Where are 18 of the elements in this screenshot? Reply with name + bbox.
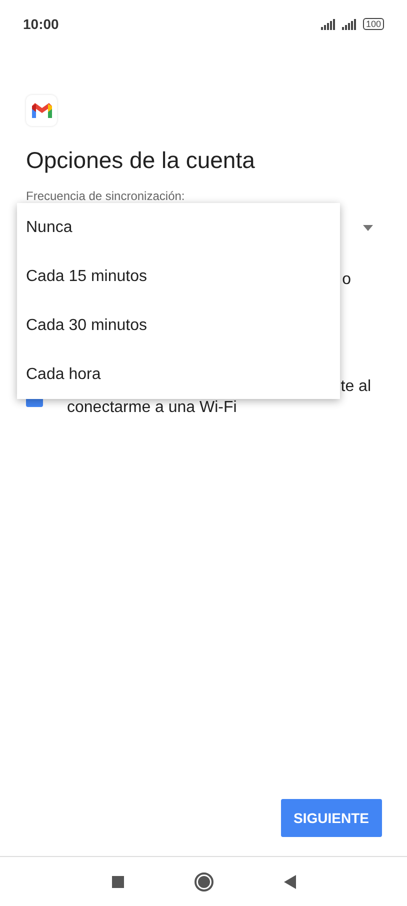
circle-icon[interactable] [194, 872, 214, 892]
back-triangle-icon[interactable] [284, 874, 296, 888]
option-text: conectarme a una Wi-Fi [67, 398, 238, 418]
signal-icon [342, 18, 359, 30]
dropdown-caret-icon[interactable] [363, 225, 373, 231]
menu-item[interactable]: Cada 15 minutos [17, 252, 340, 301]
clock: 10:00 [23, 16, 59, 32]
menu-item[interactable]: Nunca [17, 203, 340, 252]
menu-item[interactable]: Cada hora [17, 350, 340, 399]
next-button[interactable]: SIGUIENTE [280, 799, 382, 837]
option-text: te al [340, 377, 371, 397]
square-icon[interactable] [112, 876, 124, 888]
menu-item[interactable]: Cada 30 minutos [17, 301, 340, 350]
signal-icon [320, 18, 338, 30]
page-title: Opciones de la cuenta [26, 146, 256, 175]
option-text: o [342, 271, 351, 289]
battery-indicator: 100 [362, 18, 384, 30]
field-label: Frecuencia de sincronización: [26, 189, 186, 203]
